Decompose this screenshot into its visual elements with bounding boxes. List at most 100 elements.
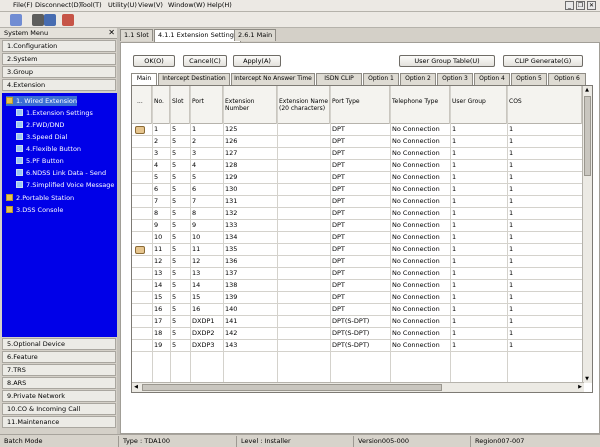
plugin-icon[interactable] (62, 14, 74, 26)
ok-button[interactable]: OK(O) (133, 55, 175, 67)
cell-user-group[interactable]: 1 (450, 268, 507, 280)
cell-port[interactable]: 15 (190, 292, 223, 304)
table-row[interactable]: 17 5 DXDP1 141 DPT(S-DPT) No Connection 1 1 (132, 316, 583, 328)
cell-slot[interactable]: 5 (170, 136, 190, 148)
cell-no-[interactable]: 2 (152, 136, 170, 148)
cell-extension-name-characters-[interactable] (277, 244, 330, 256)
cell-user-group[interactable]: 1 (450, 124, 507, 136)
cell-port-type[interactable]: DPT (330, 136, 390, 148)
sidebar-section-2[interactable]: 2.System (2, 53, 116, 65)
cell-slot[interactable]: 5 (170, 220, 190, 232)
table-row[interactable]: 5 5 5 129 DPT No Connection 1 1 (132, 172, 583, 184)
cell-cos[interactable]: 1 (507, 244, 582, 256)
cell-telephone-type[interactable]: No Connection (390, 184, 450, 196)
system-icon[interactable] (32, 14, 44, 26)
cell-extension-number[interactable]: 126 (223, 136, 277, 148)
cell-slot[interactable]: 5 (170, 208, 190, 220)
table-row[interactable]: 3 5 3 127 DPT No Connection 1 1 (132, 148, 583, 160)
table-row[interactable]: 1 5 1 125 DPT No Connection 1 1 (132, 124, 583, 136)
cell-no-[interactable]: 11 (152, 244, 170, 256)
cell-slot[interactable]: 5 (170, 328, 190, 340)
subtab-0[interactable]: Main (131, 73, 157, 85)
cell-telephone-type[interactable]: No Connection (390, 268, 450, 280)
sidebar-section-4[interactable]: 4.Extension (2, 79, 116, 91)
cell-extension-name-characters-[interactable] (277, 340, 330, 352)
cell-port-type[interactable]: DPT (330, 280, 390, 292)
cell-cos[interactable]: 1 (507, 196, 582, 208)
user-group-table-button[interactable]: User Group Table(U) (399, 55, 495, 67)
sidebar-section-8[interactable]: 8.ARS (2, 377, 116, 389)
scroll-down-icon[interactable]: ▼ (583, 375, 591, 383)
tree-item-6[interactable]: 6.NDSS Link Data - Send (16, 168, 106, 178)
cell-no-[interactable]: 15 (152, 292, 170, 304)
tree-item-7[interactable]: 7.Simplified Voice Message (16, 180, 114, 190)
cell-port[interactable]: 5 (190, 172, 223, 184)
cell-port[interactable]: 8 (190, 208, 223, 220)
cell-port-type[interactable]: DPT(S-DPT) (330, 316, 390, 328)
doc-tab-0[interactable]: 1.1 Slot (120, 29, 153, 41)
cell-telephone-type[interactable]: No Connection (390, 256, 450, 268)
cell-port[interactable]: 2 (190, 136, 223, 148)
horizontal-scroll-thumb[interactable] (142, 384, 442, 391)
cell-port-type[interactable]: DPT (330, 292, 390, 304)
cell-extension-name-characters-[interactable] (277, 328, 330, 340)
subtab-4[interactable]: Option 1 (363, 73, 399, 85)
cell-port-type[interactable]: DPT (330, 268, 390, 280)
connect-icon[interactable] (10, 14, 22, 26)
cell-slot[interactable]: 5 (170, 160, 190, 172)
cell-extension-number[interactable]: 134 (223, 232, 277, 244)
tree-item-8[interactable]: 2.Portable Station (6, 193, 74, 203)
cell-telephone-type[interactable]: No Connection (390, 292, 450, 304)
cell-extension-number[interactable]: 139 (223, 292, 277, 304)
cell-extension-name-characters-[interactable] (277, 232, 330, 244)
cell-cos[interactable]: 1 (507, 328, 582, 340)
sidebar-section-9[interactable]: 9.Private Network (2, 390, 116, 402)
cell-extension-number[interactable]: 138 (223, 280, 277, 292)
cell-port[interactable]: 4 (190, 160, 223, 172)
horizontal-scrollbar[interactable]: ◀ ▶ (132, 382, 584, 392)
tree-item-9[interactable]: 3.DSS Console (6, 205, 63, 215)
cell-extension-number[interactable]: 127 (223, 148, 277, 160)
table-row[interactable]: 7 5 7 131 DPT No Connection 1 1 (132, 196, 583, 208)
sidebar-section-7[interactable]: 7.TRS (2, 364, 116, 376)
cell-cos[interactable]: 1 (507, 340, 582, 352)
subtab-3[interactable]: ISDN CLIP (316, 73, 362, 85)
cell-slot[interactable]: 5 (170, 256, 190, 268)
cell-slot[interactable]: 5 (170, 196, 190, 208)
cell-cos[interactable]: 1 (507, 172, 582, 184)
cell-no-[interactable]: 9 (152, 220, 170, 232)
cell-port-type[interactable]: DPT (330, 184, 390, 196)
cell-extension-name-characters-[interactable] (277, 208, 330, 220)
scroll-right-icon[interactable]: ▶ (576, 383, 584, 391)
cell-slot[interactable]: 5 (170, 292, 190, 304)
cell-extension-name-characters-[interactable] (277, 280, 330, 292)
cell-no-[interactable]: 4 (152, 160, 170, 172)
restore-icon[interactable]: ❐ (576, 1, 585, 10)
cell-extension-name-characters-[interactable] (277, 256, 330, 268)
cell-extension-name-characters-[interactable] (277, 160, 330, 172)
cell-user-group[interactable]: 1 (450, 160, 507, 172)
cell-port-type[interactable]: DPT (330, 232, 390, 244)
cell-port[interactable]: 6 (190, 184, 223, 196)
cell-port[interactable]: DXDP2 (190, 328, 223, 340)
cell-user-group[interactable]: 1 (450, 196, 507, 208)
cell-telephone-type[interactable]: No Connection (390, 280, 450, 292)
cell-port[interactable]: 1 (190, 124, 223, 136)
tree-item-2[interactable]: 2.FWD/DND (16, 120, 64, 130)
cell-telephone-type[interactable]: No Connection (390, 136, 450, 148)
cell-port-type[interactable]: DPT (330, 160, 390, 172)
scroll-left-icon[interactable]: ◀ (132, 383, 140, 391)
table-row[interactable]: 18 5 DXDP2 142 DPT(S-DPT) No Connection 1 1 (132, 328, 583, 340)
cell-cos[interactable]: 1 (507, 220, 582, 232)
column-header-4[interactable]: Extension Name (20 characters) (277, 86, 330, 124)
subtab-9[interactable]: Option 6 (548, 73, 586, 85)
cell-user-group[interactable]: 1 (450, 208, 507, 220)
cell-port-type[interactable]: DPT (330, 196, 390, 208)
cell-user-group[interactable]: 1 (450, 232, 507, 244)
cell-extension-number[interactable]: 143 (223, 340, 277, 352)
cell-cos[interactable]: 1 (507, 268, 582, 280)
cell-extension-name-characters-[interactable] (277, 292, 330, 304)
cell-telephone-type[interactable]: No Connection (390, 196, 450, 208)
cell-extension-number[interactable]: 128 (223, 160, 277, 172)
vertical-scroll-thumb[interactable] (584, 96, 591, 176)
